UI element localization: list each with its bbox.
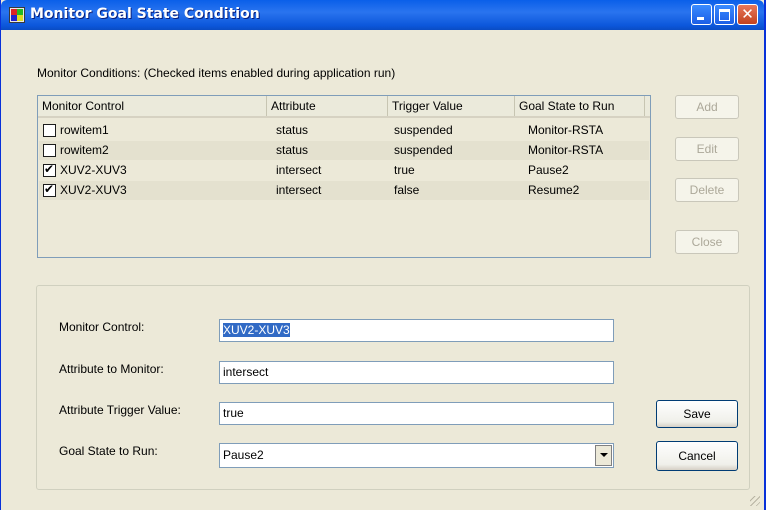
row-attribute: intersect xyxy=(276,183,322,197)
edit-button[interactable]: Edit xyxy=(675,137,739,161)
column-trigger-value[interactable]: Trigger Value xyxy=(388,96,515,116)
row-trigger: true xyxy=(394,163,415,177)
list-row[interactable]: rowitem1 status suspended Monitor-RSTA xyxy=(39,121,649,140)
row-attribute: intersect xyxy=(276,163,322,177)
monitor-goal-state-window: Monitor Goal State Condition ✕ Monitor C… xyxy=(0,0,766,510)
title-bar[interactable]: Monitor Goal State Condition ✕ xyxy=(1,0,764,30)
attribute-trigger-value-label: Attribute Trigger Value: xyxy=(59,403,181,417)
attribute-to-monitor-field[interactable]: intersect xyxy=(219,361,614,384)
close-icon: ✕ xyxy=(741,5,754,23)
list-row[interactable]: XUV2-XUV3 intersect false Resume2 xyxy=(39,181,649,200)
resize-grip-icon[interactable] xyxy=(750,496,760,506)
row-trigger: suspended xyxy=(394,123,453,137)
attribute-trigger-value-field[interactable]: true xyxy=(219,402,614,425)
app-icon xyxy=(9,7,25,23)
monitor-control-value: XUV2-XUV3 xyxy=(223,323,290,337)
column-attribute[interactable]: Attribute xyxy=(267,96,388,116)
row-attribute: status xyxy=(276,143,309,157)
monitor-conditions-label: Monitor Conditions: (Checked items enabl… xyxy=(37,66,396,80)
maximize-button[interactable] xyxy=(714,4,735,25)
row-checkbox[interactable] xyxy=(43,144,56,157)
close-window-button[interactable]: ✕ xyxy=(737,4,758,25)
delete-button[interactable]: Delete xyxy=(675,178,739,202)
add-button[interactable]: Add xyxy=(675,95,739,119)
goal-state-dropdown[interactable]: Pause2 xyxy=(219,443,614,468)
list-row[interactable]: XUV2-XUV3 intersect true Pause2 xyxy=(39,161,649,180)
monitor-control-field[interactable]: XUV2-XUV3 xyxy=(219,319,614,342)
row-goal: Pause2 xyxy=(528,163,569,177)
row-goal: Monitor-RSTA xyxy=(528,123,604,137)
save-button[interactable]: Save xyxy=(656,400,738,428)
row-goal: Resume2 xyxy=(528,183,580,197)
row-checkbox[interactable] xyxy=(43,162,56,177)
monitor-conditions-list[interactable]: Monitor Control Attribute Trigger Value … xyxy=(37,95,651,258)
row-control: XUV2-XUV3 xyxy=(60,163,127,177)
row-checkbox[interactable] xyxy=(43,124,56,137)
column-goal-state[interactable]: Goal State to Run xyxy=(515,96,645,116)
list-row[interactable]: rowitem2 status suspended Monitor-RSTA xyxy=(39,141,649,160)
window-title: Monitor Goal State Condition xyxy=(30,6,260,22)
minimize-button[interactable] xyxy=(691,4,712,25)
close-button[interactable]: Close xyxy=(675,230,739,254)
row-trigger: suspended xyxy=(394,143,453,157)
monitor-control-label: Monitor Control: xyxy=(59,320,145,334)
row-checkbox[interactable] xyxy=(43,182,56,197)
row-control: rowitem2 xyxy=(60,143,109,157)
attribute-to-monitor-label: Attribute to Monitor: xyxy=(59,362,164,376)
chevron-down-icon[interactable] xyxy=(595,445,612,466)
row-attribute: status xyxy=(276,123,309,137)
goal-state-to-run-label: Goal State to Run: xyxy=(59,444,158,458)
row-control: XUV2-XUV3 xyxy=(60,183,127,197)
column-monitor-control[interactable]: Monitor Control xyxy=(38,96,267,116)
list-header: Monitor Control Attribute Trigger Value … xyxy=(38,96,650,118)
row-control: rowitem1 xyxy=(60,123,109,137)
goal-state-value: Pause2 xyxy=(223,448,264,462)
row-trigger: false xyxy=(394,183,420,197)
row-goal: Monitor-RSTA xyxy=(528,143,604,157)
cancel-button[interactable]: Cancel xyxy=(656,441,738,471)
